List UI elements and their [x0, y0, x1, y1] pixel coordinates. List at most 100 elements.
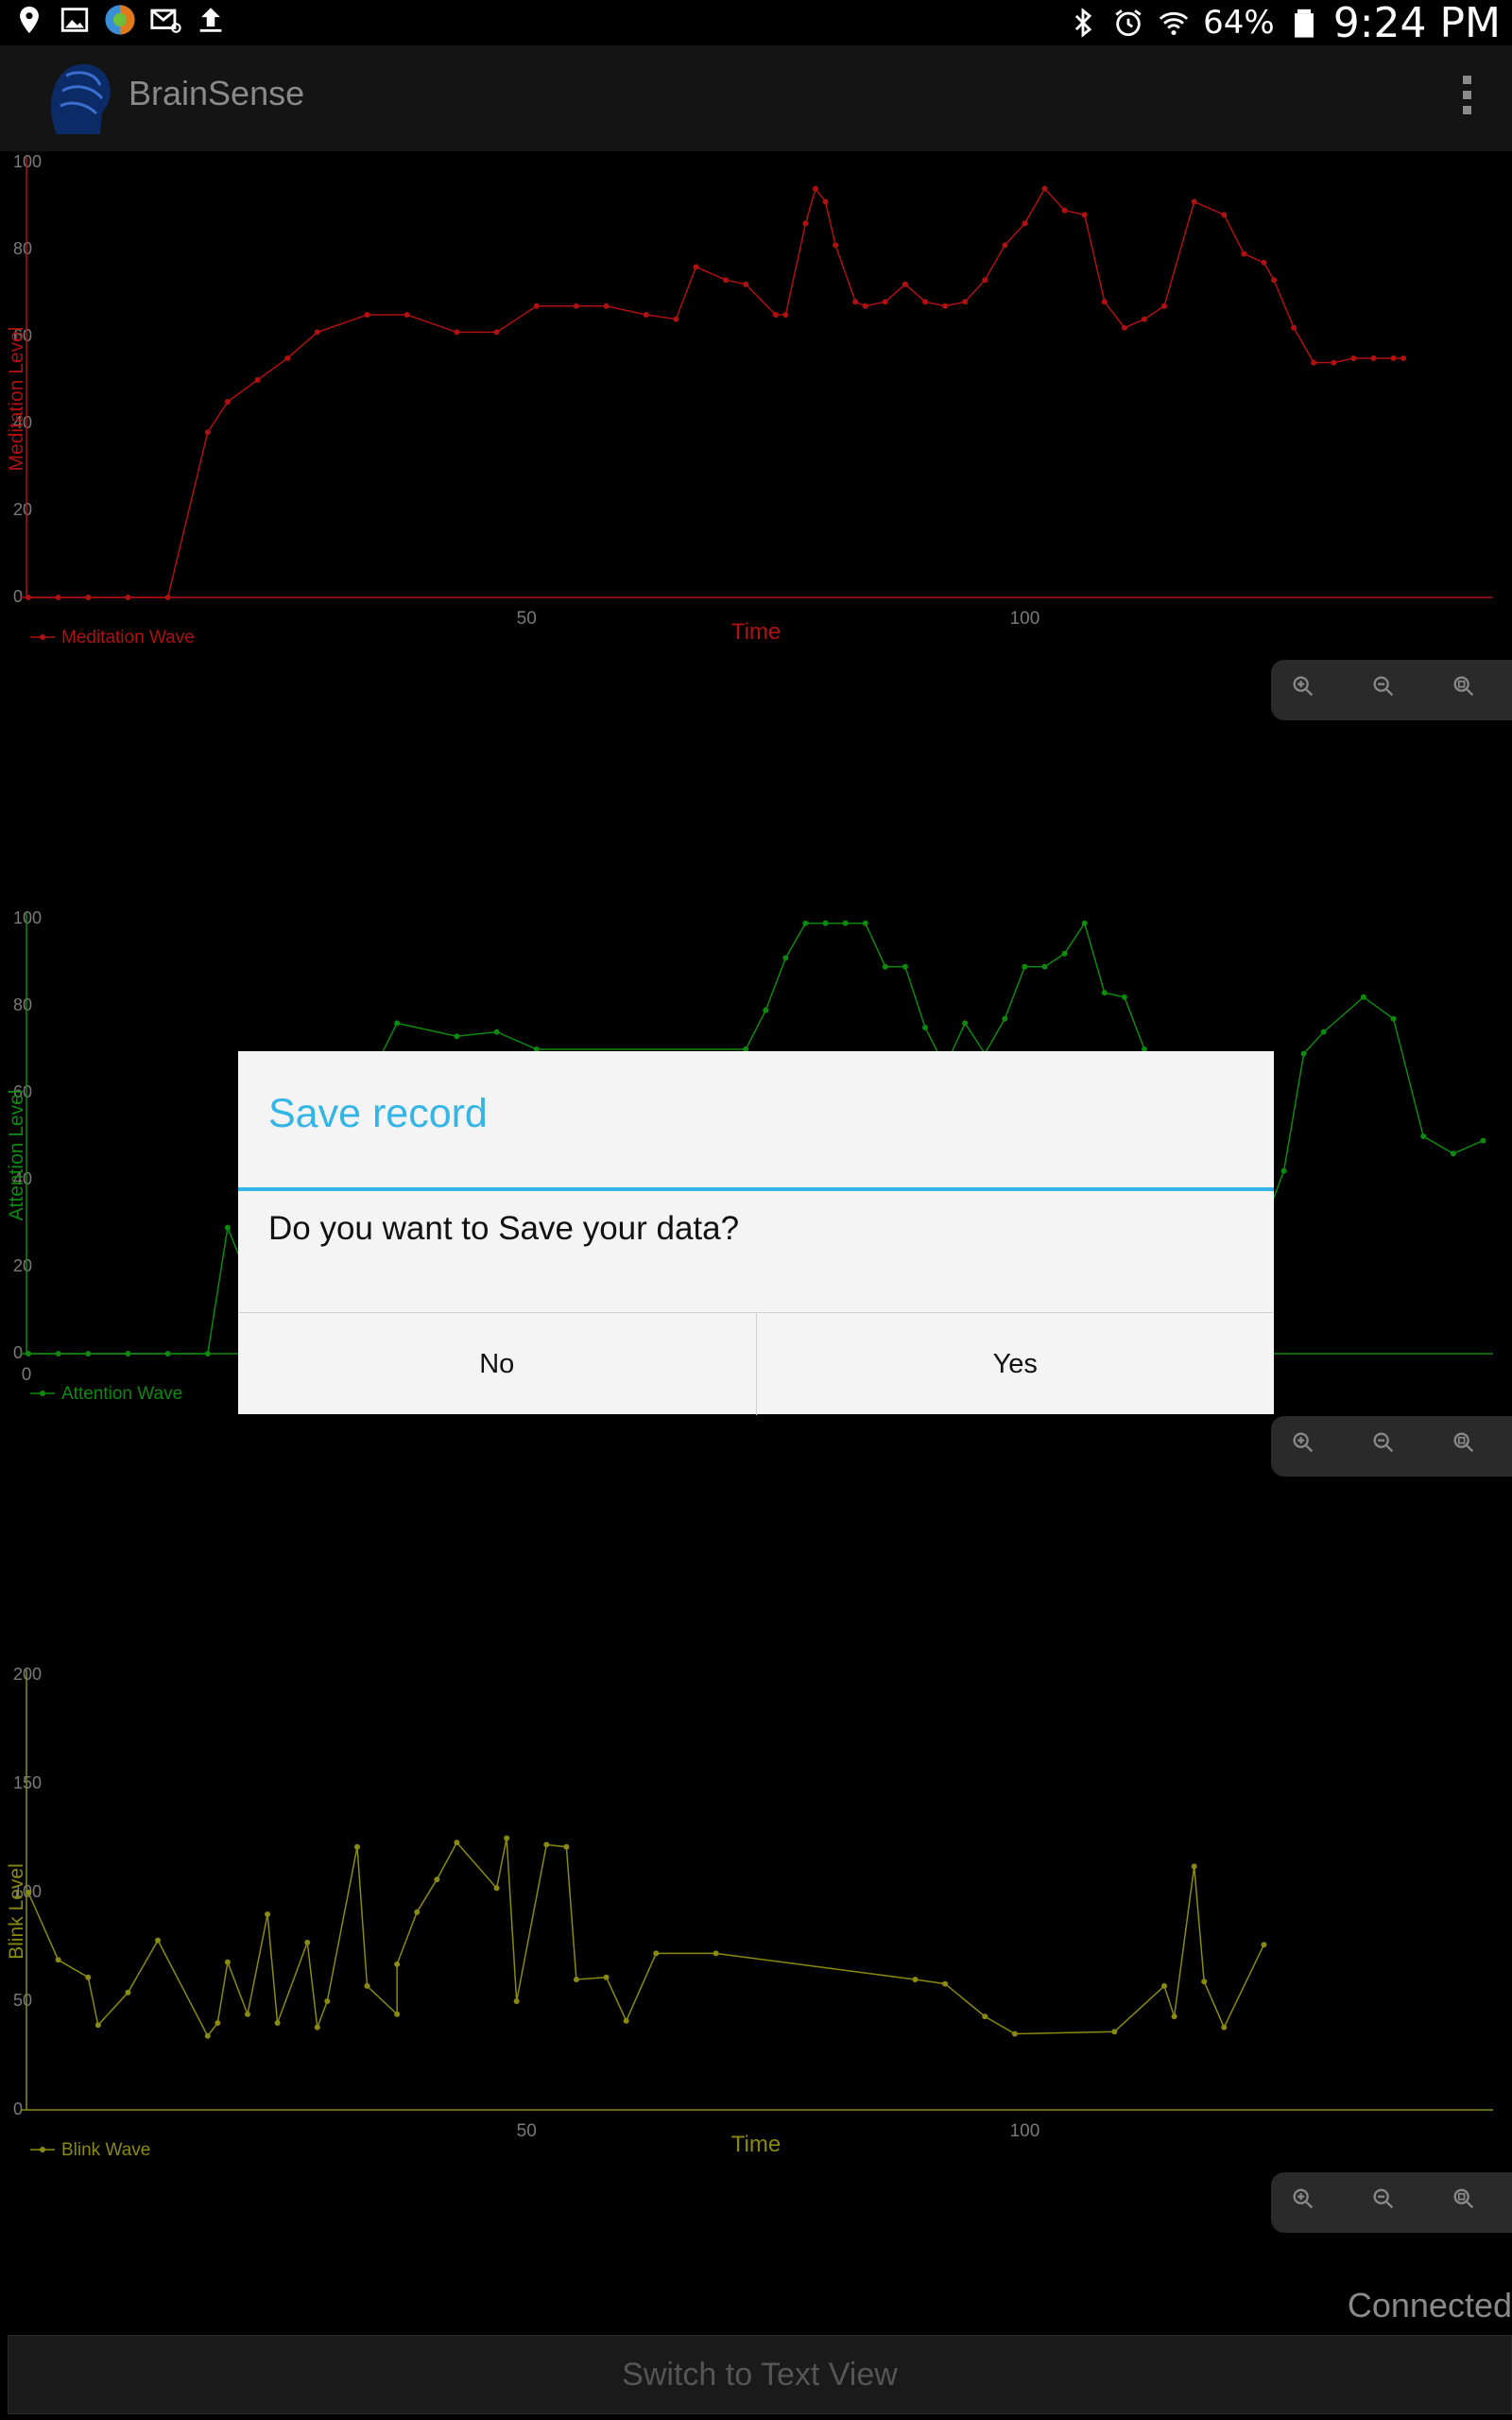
- x-tick-label: 100: [1010, 2121, 1040, 2141]
- data-point: [833, 242, 839, 249]
- no-button[interactable]: No: [238, 1313, 756, 1415]
- meditation-chart: 020406080100 Meditation Level 50 100 Time…: [6, 152, 1493, 648]
- data-point: [1141, 316, 1147, 322]
- data-point: [1221, 2024, 1228, 2031]
- data-point: [493, 329, 500, 336]
- data-point: [1191, 199, 1197, 205]
- data-point: [85, 1974, 92, 1980]
- brain-head-app-icon[interactable]: [43, 57, 113, 140]
- data-point: [763, 1007, 769, 1013]
- data-point: [513, 1998, 520, 2004]
- data-point: [1111, 2029, 1118, 2035]
- data-point: [55, 1351, 61, 1357]
- data-point: [85, 1351, 92, 1357]
- data-point: [284, 355, 291, 361]
- data-point: [1002, 242, 1008, 249]
- data-point: [204, 2032, 211, 2039]
- data-point: [921, 1025, 928, 1030]
- data-point: [26, 1890, 31, 1895]
- blink-chart: 050100150200 Blink Level 50100 Time Blin…: [6, 1665, 1493, 2160]
- data-point: [1161, 302, 1168, 309]
- data-point: [404, 312, 410, 318]
- y-tick-label: 0: [13, 2100, 23, 2118]
- data-point: [573, 302, 579, 309]
- data-point: [314, 2024, 320, 2031]
- battery-percent: 64%: [1203, 4, 1275, 42]
- zoom-reset-icon[interactable]: [1451, 673, 1477, 700]
- dialog-buttons: No Yes: [238, 1312, 1274, 1415]
- zoom-out-icon[interactable]: [1370, 2186, 1397, 2212]
- data-point: [493, 1885, 500, 1892]
- attention-legend-label: Attention Wave: [61, 1384, 182, 1404]
- data-point: [1390, 355, 1397, 361]
- data-point: [1390, 1015, 1397, 1022]
- y-tick-label: 50: [13, 1991, 32, 2010]
- data-point: [1101, 299, 1108, 305]
- data-point: [782, 312, 789, 318]
- connection-status: Connected: [1347, 2286, 1512, 2325]
- data-point: [942, 1980, 949, 1987]
- meditation-legend: Meditation Wave: [30, 628, 195, 648]
- data-point: [353, 1843, 360, 1850]
- zoom-in-icon[interactable]: [1290, 2186, 1316, 2212]
- data-point: [862, 302, 868, 309]
- zoom-reset-icon[interactable]: [1451, 2186, 1477, 2212]
- data-point: [164, 595, 171, 600]
- dialog-title: Save record: [268, 1091, 488, 1136]
- data-point: [244, 2011, 250, 2017]
- data-point: [1081, 212, 1088, 218]
- overflow-menu-icon[interactable]: [1459, 76, 1474, 121]
- alarm-icon: [1115, 9, 1142, 37]
- zoom-out-icon[interactable]: [1370, 1429, 1397, 1456]
- data-point: [155, 1937, 162, 1944]
- data-point: [274, 2020, 281, 2026]
- data-point: [982, 2014, 988, 2020]
- data-point: [1101, 990, 1108, 996]
- wifi-icon: [1160, 11, 1189, 36]
- blink-x-axis-label: Time: [731, 2132, 781, 2157]
- data-point: [862, 920, 868, 926]
- data-point: [1331, 359, 1337, 366]
- data-point: [852, 299, 859, 305]
- dialog-message: Do you want to Save your data?: [268, 1210, 740, 1247]
- zoom-out-icon[interactable]: [1370, 673, 1397, 700]
- data-point: [1241, 251, 1247, 257]
- meditation-y-axis-label: Meditation Level: [6, 327, 27, 472]
- bluetooth-icon: [1075, 8, 1092, 38]
- data-point: [842, 920, 849, 926]
- data-point: [55, 1957, 61, 1963]
- data-point: [942, 302, 949, 309]
- data-point: [1002, 1015, 1008, 1022]
- data-point: [782, 955, 789, 961]
- colorful-app-icon: [105, 5, 135, 35]
- data-point: [364, 1982, 370, 1989]
- yes-button[interactable]: Yes: [755, 1313, 1275, 1415]
- switch-to-text-view-button[interactable]: Switch to Text View: [8, 2335, 1512, 2414]
- upload-icon: [199, 8, 222, 32]
- zoom-in-icon[interactable]: [1290, 673, 1316, 700]
- y-tick-label: 20: [13, 1256, 32, 1275]
- zoom-in-icon[interactable]: [1290, 1429, 1316, 1456]
- data-point: [1061, 950, 1068, 957]
- data-point: [802, 220, 809, 227]
- data-point: [454, 1033, 460, 1040]
- email-icon: [150, 9, 181, 33]
- data-point: [364, 312, 370, 318]
- meditation-zoom-controls: [1271, 660, 1512, 720]
- status-bar: 64% 9:24 PM: [0, 0, 1512, 47]
- data-point: [812, 185, 818, 192]
- zoom-reset-icon[interactable]: [1451, 1429, 1477, 1456]
- data-point: [1320, 1028, 1327, 1035]
- dialog-divider: [238, 1187, 1274, 1191]
- data-point: [454, 329, 460, 336]
- data-point: [1261, 259, 1267, 266]
- blink-legend-dot: [40, 2147, 45, 2152]
- data-point: [224, 1224, 231, 1231]
- data-point: [603, 302, 610, 309]
- data-point: [265, 1911, 271, 1917]
- data-point: [414, 1909, 421, 1915]
- data-point: [1161, 1982, 1168, 1989]
- data-point: [1291, 324, 1297, 331]
- data-point: [1271, 277, 1278, 284]
- image-icon: [60, 8, 89, 32]
